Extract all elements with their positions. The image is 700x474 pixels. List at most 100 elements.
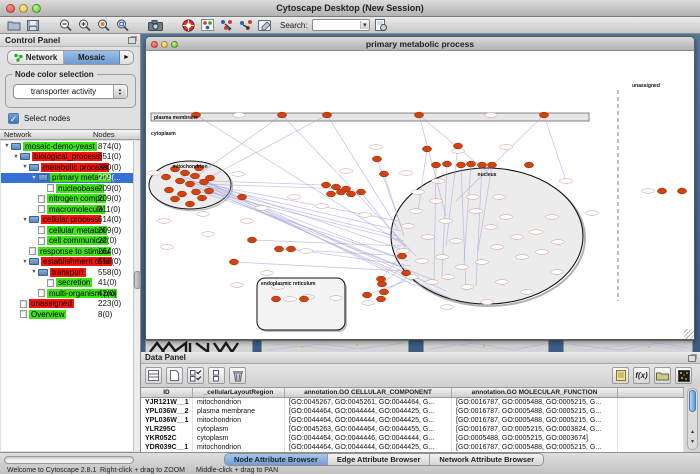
node-label[interactable]	[560, 179, 573, 184]
network-window[interactable]: primary metabolic process plasma membran…	[145, 36, 695, 340]
node[interactable]	[677, 188, 686, 194]
close-button[interactable]	[6, 4, 15, 13]
node[interactable]	[453, 143, 462, 149]
tree-row[interactable]: cellular metabol209(0)	[1, 225, 133, 236]
table-column-header[interactable]	[618, 388, 684, 397]
tree-row[interactable]: secretion41(0)	[1, 278, 133, 289]
zoom-button[interactable]	[171, 41, 178, 48]
node-label[interactable]	[485, 113, 498, 118]
node-label[interactable]	[470, 209, 483, 214]
background-window[interactable]	[423, 340, 549, 352]
node-label[interactable]	[530, 230, 543, 235]
edge[interactable]	[198, 179, 406, 251]
table-row[interactable]: YLR295Ccytoplasm[GO:0045263, GO:0044464,…	[141, 425, 684, 434]
table-scrollbar[interactable]: ▲ ▼	[687, 388, 698, 450]
tree-row[interactable]: ▼transport558(0)	[1, 267, 133, 278]
help-ring-icon[interactable]	[181, 18, 196, 32]
background-window[interactable]	[563, 340, 693, 352]
unselect-attributes-icon[interactable]	[208, 367, 225, 384]
node-label[interactable]	[452, 149, 465, 154]
node-label[interactable]	[551, 270, 564, 275]
tab-mosaic[interactable]: Mosaic	[64, 51, 120, 64]
tree-scrollbar-thumb[interactable]	[134, 271, 141, 289]
node-label[interactable]	[300, 249, 313, 254]
node[interactable]	[247, 237, 256, 243]
tree-row[interactable]: ▼biological_process651(0)	[1, 152, 133, 163]
node[interactable]	[397, 253, 406, 259]
node-label[interactable]	[476, 260, 489, 265]
node-label[interactable]	[432, 179, 445, 184]
node[interactable]	[376, 296, 385, 302]
attribute-table-icon[interactable]	[145, 367, 162, 384]
edge[interactable]	[544, 115, 566, 181]
window-titlebar[interactable]: Cytoscape Desktop (New Session)	[0, 0, 700, 17]
node-label[interactable]	[148, 171, 161, 176]
expander-icon[interactable]: ▼	[30, 175, 38, 181]
node-label[interactable]	[436, 255, 449, 260]
tab-overflow-arrow[interactable]: ►	[120, 51, 133, 64]
node-label[interactable]	[481, 300, 494, 305]
node-label[interactable]	[430, 199, 443, 204]
close-button[interactable]	[151, 41, 158, 48]
node[interactable]	[191, 189, 200, 195]
network-canvas[interactable]: plasma membranecytoplasmmitochondrionnuc…	[146, 51, 694, 339]
expander-icon[interactable]: ▼	[21, 164, 29, 170]
node-label[interactable]	[485, 225, 498, 230]
table-scrollbar-thumb[interactable]	[689, 390, 696, 412]
node-label[interactable]	[500, 145, 513, 150]
node[interactable]	[286, 246, 295, 252]
node[interactable]	[204, 188, 213, 194]
tree-row[interactable]: cell communicat22(0)	[1, 236, 133, 247]
edge[interactable]	[419, 115, 486, 171]
node[interactable]	[401, 270, 410, 276]
node-label[interactable]	[400, 171, 413, 176]
node[interactable]	[379, 289, 388, 295]
table-row[interactable]: YKR052Ccytoplasm[GO:0044464, GO:0044446,…	[141, 434, 684, 443]
node-label[interactable]	[552, 240, 565, 245]
node[interactable]	[229, 259, 238, 265]
node-label[interactable]	[284, 297, 297, 302]
node-label[interactable]	[467, 195, 480, 200]
zoom-button[interactable]	[32, 4, 41, 13]
node[interactable]	[524, 162, 533, 168]
save-session-icon[interactable]	[25, 18, 40, 32]
tree-row[interactable]: nucleobase-209(0)	[1, 183, 133, 194]
node-label[interactable]	[422, 235, 435, 240]
select-first-neighbors-icon[interactable]	[219, 18, 234, 32]
table-row[interactable]: YPL036W__2plasma membrane[GO:0044464, GO…	[141, 407, 684, 416]
node-label[interactable]	[586, 211, 599, 216]
float-panel-icon[interactable]	[128, 37, 136, 44]
node-label[interactable]	[402, 224, 415, 229]
node-label[interactable]	[426, 280, 439, 285]
tree-row[interactable]: ▼establishment of lo558(0)	[1, 257, 133, 268]
node-label[interactable]	[461, 285, 474, 290]
region-nucleus[interactable]	[391, 168, 583, 304]
delete-attribute-icon[interactable]	[229, 367, 246, 384]
node-label[interactable]	[232, 172, 245, 177]
node[interactable]	[346, 191, 355, 197]
node[interactable]	[539, 112, 548, 118]
node[interactable]	[277, 112, 286, 118]
node[interactable]	[321, 182, 330, 188]
node[interactable]	[377, 281, 386, 287]
tree-row[interactable]: unassigned223(0)	[1, 299, 133, 310]
node[interactable]	[299, 296, 308, 302]
tab-network[interactable]: Network	[8, 51, 64, 64]
node-label[interactable]	[261, 271, 274, 276]
vizmapper-icon[interactable]	[200, 18, 215, 32]
plugin-manager-icon[interactable]	[374, 18, 389, 32]
node-label[interactable]	[536, 250, 549, 255]
zoom-out-icon[interactable]	[58, 18, 73, 32]
node[interactable]	[466, 161, 475, 167]
node-label[interactable]	[202, 232, 215, 237]
node[interactable]	[442, 161, 451, 167]
node[interactable]	[372, 156, 381, 162]
table-column-header[interactable]: ID	[141, 388, 193, 397]
expander-icon[interactable]: ▼	[3, 143, 11, 149]
node[interactable]	[356, 189, 365, 195]
node-label[interactable]	[359, 213, 372, 218]
new-attribute-icon[interactable]	[166, 367, 183, 384]
scroll-up-icon[interactable]: ▲	[688, 429, 697, 435]
tab-node-attribute-browser[interactable]: Node Attribute Browser	[225, 454, 328, 465]
node[interactable]	[197, 195, 206, 201]
